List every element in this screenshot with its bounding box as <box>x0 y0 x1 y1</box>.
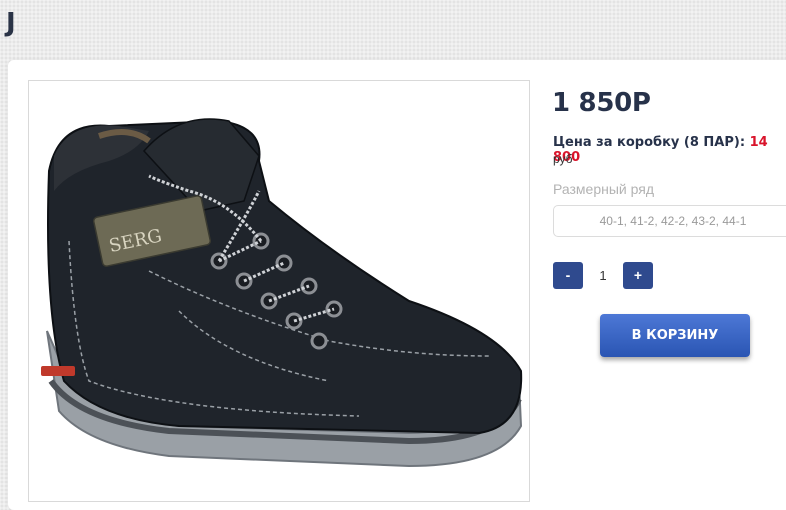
product-price: 1 850Р <box>552 88 651 118</box>
box-price: Цена за коробку (8 ПАР): 14 800 <box>553 135 786 165</box>
quantity-decrease-button[interactable]: - <box>553 262 583 289</box>
site-title[interactable]: J <box>6 8 16 38</box>
box-price-unit: руб <box>553 152 573 166</box>
size-range-label: Размерный ряд <box>553 181 655 197</box>
quantity-input[interactable]: 1 <box>586 262 620 289</box>
product-image[interactable]: SERG <box>28 80 530 502</box>
add-to-cart-button[interactable]: В КОРЗИНУ <box>600 314 750 357</box>
box-price-label: Цена за коробку (8 ПАР): <box>553 135 746 150</box>
size-range-field[interactable]: 40-1, 41-2, 42-2, 43-2, 44-1 <box>553 205 786 237</box>
boot-illustration: SERG <box>41 118 523 468</box>
quantity-increase-button[interactable]: + <box>623 262 653 289</box>
